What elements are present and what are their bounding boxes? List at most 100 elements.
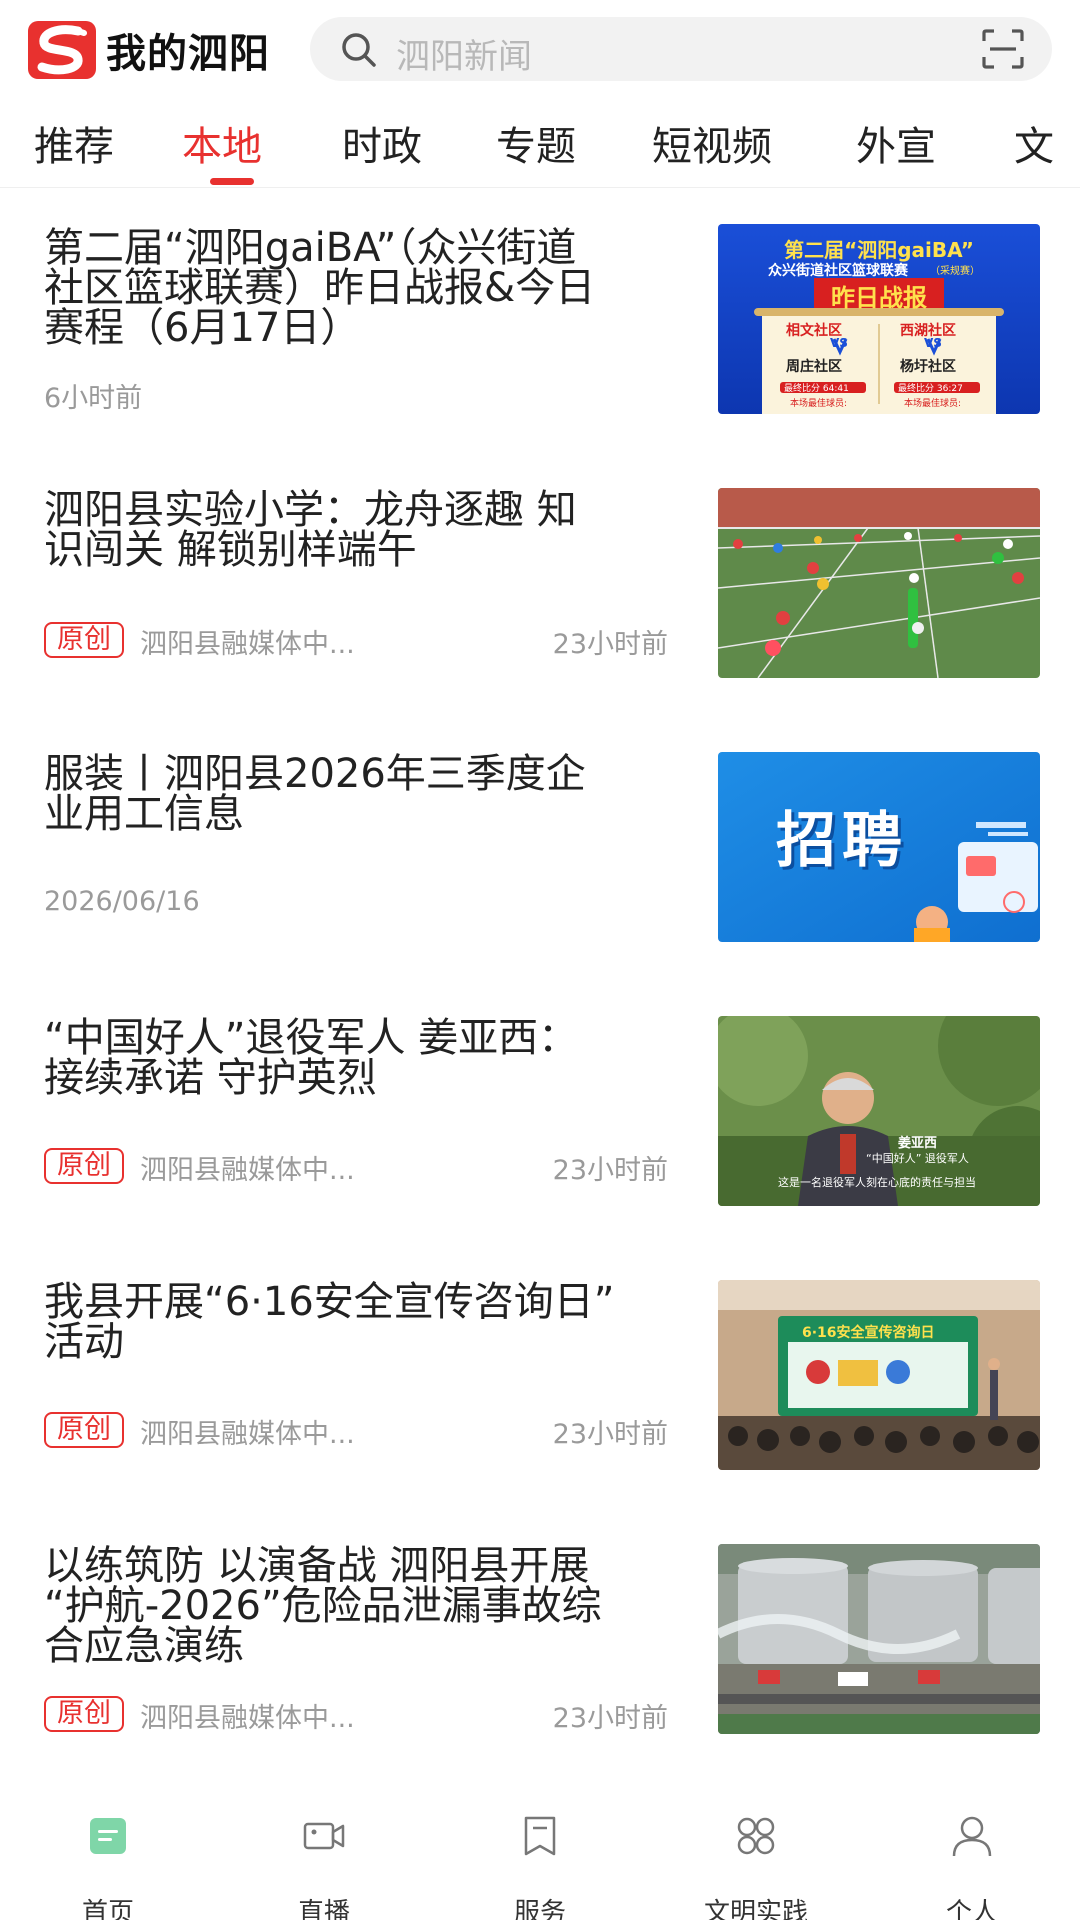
news-item[interactable]: 以练筑防 以演备战 泗阳县开展 “护航-2026”危险品泄漏事故综 合应急演练 … [0, 1540, 1080, 1740]
mvp-label-left: 本场最佳球员: [790, 399, 848, 409]
stage-screen-title: 6·16安全宣传咨询日 [802, 1325, 935, 1341]
mvp-label-right: 本场最佳球员: [904, 399, 962, 409]
news-thumbnail[interactable]: 第二届“泗阳gaiBA” 众兴街道社区篮球联赛 （采规赛） 昨日战报 相文社区 … [718, 224, 1040, 414]
news-item[interactable]: 服装丨泗阳县2026年三季度企 业用工信息 2026/06/16 招聘 [0, 748, 1080, 948]
news-item[interactable]: 我县开展“6·16安全宣传咨询日” 活动 原创 泗阳县融媒体中... 23小时前 [0, 1276, 1080, 1476]
tab-local[interactable]: 本地 [182, 114, 262, 172]
news-title-line: 社区篮球联赛）昨日战报&今日 [44, 265, 596, 311]
news-title[interactable]: 第二届“泗阳gaiBA”（众兴街道 社区篮球联赛）昨日战报&今日 赛程（6月17… [44, 228, 684, 348]
news-title-line: 泗阳县实验小学：龙舟逐趣 知 [44, 487, 577, 533]
app-header: 我的泗阳 泗阳新闻 [0, 0, 1080, 96]
tab-culture[interactable]: 文 [1014, 114, 1054, 172]
search-icon [342, 33, 376, 67]
news-item[interactable]: 泗阳县实验小学：龙舟逐趣 知 识闯关 解锁别样端午 原创 泗阳县融媒体中... … [0, 484, 1080, 684]
news-title[interactable]: 泗阳县实验小学：龙舟逐趣 知 识闯关 解锁别样端午 [44, 490, 684, 570]
poster-banner: 昨日战报 [831, 284, 927, 312]
nav-home[interactable]: 首页 [18, 1782, 198, 1920]
news-title-line: “中国好人”退役军人 姜亚西： [44, 1015, 579, 1061]
original-badge: 原创 [44, 1148, 124, 1184]
original-badge: 原创 [44, 622, 124, 658]
news-title[interactable]: 以练筑防 以演备战 泗阳县开展 “护航-2026”危险品泄漏事故综 合应急演练 [44, 1546, 684, 1666]
nav-label: 文明实践 [703, 1898, 808, 1920]
tanks-drill-image [718, 1544, 1040, 1734]
event-stage-image [718, 1280, 1040, 1470]
news-time: 23小时前 [552, 1419, 668, 1450]
news-thumbnail[interactable]: 姜亚西 “中国好人” 退役军人 这是一名退役军人刻在心底的责任与担当 [718, 1016, 1040, 1206]
score-left: 最终比分 64:41 [784, 384, 849, 394]
portrait-caption: 这是一名退役军人刻在心底的责任与担当 [778, 1176, 976, 1189]
news-meta: 6小时前 [44, 374, 664, 414]
vs-right: VS [924, 336, 942, 350]
score-right: 最终比分 36:27 [898, 384, 963, 394]
nav-label: 服务 [513, 1898, 566, 1920]
bookmark-icon [524, 1816, 556, 1856]
news-source: 泗阳县融媒体中... [140, 1155, 355, 1186]
nav-civilization-practice[interactable]: 文明实践 [666, 1782, 846, 1920]
team-left-bottom: 周庄社区 [786, 359, 842, 375]
bottom-navigation: 首页 直播 服务 文明实践 个人 [0, 1782, 1080, 1920]
news-source: 泗阳县融媒体中... [140, 1419, 355, 1450]
news-time: 2026/06/16 [44, 886, 200, 917]
news-title-line: 合应急演练 [44, 1623, 244, 1669]
news-title-line: 接续承诺 守护英烈 [44, 1055, 377, 1101]
portrait-name: 姜亚西 [898, 1136, 938, 1151]
logo-mark-icon [28, 21, 96, 79]
tab-short-video[interactable]: 短视频 [652, 114, 772, 172]
news-meta: 原创 泗阳县融媒体中... 23小时前 [44, 620, 668, 660]
tab-recommend[interactable]: 推荐 [34, 114, 114, 172]
app-name: 我的泗阳 [106, 30, 270, 77]
nav-label: 首页 [81, 1898, 134, 1920]
news-thumbnail[interactable]: 招聘 [718, 752, 1040, 942]
nav-service[interactable]: 服务 [450, 1782, 630, 1920]
video-camera-icon [303, 1822, 345, 1850]
nav-live[interactable]: 直播 [234, 1782, 414, 1920]
news-title[interactable]: “中国好人”退役军人 姜亚西： 接续承诺 守护英烈 [44, 1018, 684, 1098]
news-meta: 原创 泗阳县融媒体中... 23小时前 [44, 1146, 668, 1186]
original-badge: 原创 [44, 1412, 124, 1448]
recruit-headline: 招聘 [776, 806, 908, 876]
search-input[interactable]: 泗阳新闻 [396, 29, 532, 78]
poster-headline: 第二届“泗阳gaiBA” [784, 238, 974, 262]
news-item[interactable]: “中国好人”退役军人 姜亚西： 接续承诺 守护英烈 原创 泗阳县融媒体中... … [0, 1012, 1080, 1212]
sports-field-image [718, 488, 1040, 678]
news-title-line: 识闯关 解锁别样端午 [44, 527, 417, 573]
news-thumbnail[interactable] [718, 488, 1040, 678]
tab-outreach[interactable]: 外宣 [856, 114, 936, 172]
news-time: 23小时前 [552, 1703, 668, 1734]
poster-subline: 众兴街道社区篮球联赛 [768, 263, 908, 279]
poster-stamp: （采规赛） [930, 266, 980, 277]
news-thumbnail[interactable]: 6·16安全宣传咨询日 [718, 1280, 1040, 1470]
news-title-line: 第二届“泗阳gaiBA”（众兴街道 [44, 225, 577, 271]
original-badge: 原创 [44, 1696, 124, 1732]
nav-profile[interactable]: 个人 [882, 1782, 1062, 1920]
portrait-subtitle: “中国好人” 退役军人 [866, 1152, 969, 1165]
tab-topics[interactable]: 专题 [496, 114, 576, 172]
news-title-line: 赛程（6月17日） [44, 305, 361, 351]
news-meta: 原创 泗阳县融媒体中... 23小时前 [44, 1410, 668, 1450]
news-time: 23小时前 [552, 629, 668, 660]
news-title[interactable]: 我县开展“6·16安全宣传咨询日” 活动 [44, 1282, 684, 1362]
category-tabs: 推荐 本地 时政 专题 短视频 外宣 文 [0, 96, 1080, 188]
nav-label: 直播 [297, 1898, 350, 1920]
news-source: 泗阳县融媒体中... [140, 1703, 355, 1734]
news-source: 泗阳县融媒体中... [140, 629, 355, 660]
user-icon [952, 1816, 992, 1857]
grid-icon [737, 1817, 775, 1855]
news-title-line: 服装丨泗阳县2026年三季度企 [44, 751, 586, 797]
home-icon [90, 1818, 126, 1854]
search-bar[interactable]: 泗阳新闻 [310, 17, 1052, 81]
active-tab-indicator [210, 178, 254, 185]
tab-politics[interactable]: 时政 [342, 114, 422, 172]
news-time: 23小时前 [552, 1155, 668, 1186]
news-thumbnail[interactable] [718, 1544, 1040, 1734]
news-title-line: 以练筑防 以演备战 泗阳县开展 [44, 1543, 590, 1589]
news-item[interactable]: 第二届“泗阳gaiBA”（众兴街道 社区篮球联赛）昨日战报&今日 赛程（6月17… [0, 220, 1080, 420]
news-meta: 2026/06/16 [44, 884, 664, 924]
news-title-line: 我县开展“6·16安全宣传咨询日” [44, 1279, 615, 1325]
news-meta: 原创 泗阳县融媒体中... 23小时前 [44, 1694, 668, 1734]
app-logo[interactable]: 我的泗阳 [28, 20, 283, 80]
news-time: 6小时前 [44, 383, 143, 414]
news-title-line: “护航-2026”危险品泄漏事故综 [44, 1583, 602, 1629]
news-title[interactable]: 服装丨泗阳县2026年三季度企 业用工信息 [44, 754, 684, 834]
scan-icon[interactable] [982, 29, 1024, 69]
